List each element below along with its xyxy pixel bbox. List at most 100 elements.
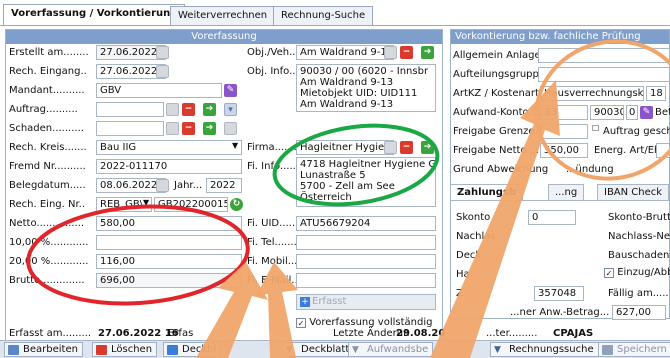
tab-rechnung-suche[interactable]: Rechnung-Suche bbox=[273, 6, 374, 26]
loeschen-button[interactable]: Löschen bbox=[92, 342, 158, 357]
document-icon[interactable] bbox=[224, 122, 237, 135]
plus-icon bbox=[167, 345, 178, 355]
tab-zahlungsbedingungen[interactable]: Zahlungsb bbox=[450, 184, 524, 200]
allgemein-field[interactable] bbox=[538, 48, 670, 63]
tab-vorerfassung[interactable]: Vorerfassung / Vorkontierung bbox=[3, 4, 186, 26]
fi-info-line: 4718 Hagleitner Hygiene G bbox=[300, 159, 436, 170]
netto-field[interactable]: 580,00 bbox=[96, 216, 242, 231]
vorkontierung-header: Vorkontierung bzw. fachliche Prüfung bbox=[451, 30, 669, 44]
check-icon[interactable]: ✓ bbox=[296, 318, 306, 328]
ust10-field[interactable] bbox=[96, 235, 242, 250]
delete-icon[interactable]: − bbox=[400, 46, 413, 59]
calendar-icon[interactable] bbox=[156, 46, 169, 59]
aenderung-value: 29.08.20 bbox=[396, 328, 446, 339]
check-icon[interactable]: ✓ bbox=[604, 268, 614, 278]
obj-veh-label: Obj./Veh... bbox=[247, 47, 299, 58]
fi-email-field[interactable] bbox=[296, 273, 436, 288]
tab-iban-check[interactable]: IBAN Check bbox=[597, 184, 670, 200]
rech-eingang-label: Rech. Eingang.. bbox=[9, 66, 87, 77]
fremd-nr-field[interactable]: 2022-011170 bbox=[96, 159, 242, 174]
erfasst-von-label: Erfas bbox=[168, 328, 194, 339]
erfasst-button-label: Erfasst bbox=[312, 296, 347, 307]
calendar-icon[interactable] bbox=[166, 103, 179, 116]
tab-weiterverrechnen[interactable]: Weiterverrechnen bbox=[170, 6, 276, 26]
chevron-down-icon: ▼ bbox=[494, 345, 501, 355]
obj-veh-field[interactable]: Am Waldrand 9-13 bbox=[296, 45, 394, 60]
aufteilung-field[interactable] bbox=[538, 67, 670, 82]
nachlass-label: Nachlas bbox=[456, 231, 496, 242]
deck-label: Deck bbox=[456, 250, 482, 261]
aufwand-label: Aufwand-Konto..... bbox=[453, 107, 545, 118]
edit-icon[interactable]: ✎ bbox=[224, 84, 237, 97]
brutto-label: Brutto.............. bbox=[9, 275, 85, 286]
delete-icon[interactable]: − bbox=[182, 103, 195, 116]
freigabe-netto-field[interactable]: 550,00 bbox=[540, 143, 588, 158]
grund-value: ...ündung bbox=[566, 164, 614, 175]
schaden-field[interactable] bbox=[96, 121, 164, 136]
artkz-label: ArtKZ / Kostenart.. bbox=[453, 88, 546, 99]
auftrag-label: Auftrag.......... bbox=[9, 104, 78, 115]
user-label: ...ter......... bbox=[486, 328, 538, 339]
go-icon[interactable]: ➔ bbox=[203, 103, 216, 116]
einzug-checkbox-row[interactable]: ✓ Einzug/Abb bbox=[604, 267, 670, 278]
anw-field[interactable]: 627,00 bbox=[612, 305, 666, 320]
chevron-down-icon[interactable]: ▼ bbox=[143, 198, 149, 207]
chevron-down-icon[interactable]: ▾ bbox=[224, 103, 237, 116]
bearbeiten-button[interactable]: Bearbeiten bbox=[4, 342, 83, 357]
calendar-icon[interactable] bbox=[166, 122, 179, 135]
obj-info-line: Am Waldrand 9-13 bbox=[300, 99, 394, 110]
auftrag-field[interactable] bbox=[96, 102, 164, 117]
obj-info-textarea[interactable]: 90030 / 00 (6020 - Innsbr Am Waldrand 9-… bbox=[296, 64, 436, 112]
schaden-label: Schaden.......... bbox=[9, 123, 84, 134]
mandant-field[interactable]: GBV bbox=[96, 83, 222, 98]
rech-eing-nr-field[interactable]: GB2022000154 bbox=[154, 197, 228, 212]
delete-icon[interactable]: − bbox=[182, 122, 195, 135]
rech-kreis-select[interactable]: Bau IIG bbox=[96, 140, 242, 155]
fi-uid-field[interactable]: ATU56679204 bbox=[296, 216, 436, 231]
rechnungssuche-button[interactable]: ▼ Rechnungssuche bbox=[490, 342, 599, 357]
vorerfassung-header: Vorerfassung bbox=[6, 30, 442, 44]
freigabe-grenze-field[interactable] bbox=[540, 124, 588, 139]
loeschen-label: Löschen bbox=[111, 344, 153, 355]
check-icon[interactable]: ☐ bbox=[592, 124, 599, 133]
erfasst-button[interactable]: + Erfasst bbox=[296, 294, 436, 310]
artkz-num-field[interactable]: 18 bbox=[646, 86, 666, 101]
go-icon[interactable]: ➔ bbox=[421, 141, 434, 154]
calendar-icon[interactable] bbox=[384, 141, 397, 154]
deckblatt-button-2[interactable]: ▼ Deckblatt bbox=[282, 342, 355, 357]
brutto-field[interactable]: 696,00 bbox=[96, 273, 242, 288]
go-icon[interactable]: ➔ bbox=[203, 122, 216, 135]
tab-middle[interactable]: ...ng bbox=[548, 184, 585, 200]
energ-field[interactable] bbox=[656, 143, 670, 158]
aufteilung-label: Aufteilungsgruppe bbox=[453, 69, 546, 80]
edit-icon[interactable]: ✎ bbox=[640, 106, 653, 119]
fi-mobil-field[interactable] bbox=[296, 254, 436, 269]
rech-eing-nr-label: Rech. Eing. Nr.. bbox=[9, 199, 86, 210]
subtab-divider bbox=[450, 200, 670, 201]
aufwand-field[interactable]: 33 bbox=[540, 105, 588, 120]
freigabe-grenze-label: Freigabe Grenze... bbox=[453, 126, 545, 137]
chevron-down-icon[interactable]: ▼ bbox=[232, 141, 238, 150]
aufwand-zero-field[interactable]: 0 bbox=[626, 105, 638, 120]
z-field[interactable]: 357048 bbox=[534, 286, 584, 301]
artkz-field[interactable]: Hausverrechnungsk bbox=[540, 86, 644, 101]
vollstaendig-checkbox-row[interactable]: ✓ Vorerfassung vollständig bbox=[296, 317, 432, 328]
deckblatt-button-1[interactable]: Deckbl bbox=[163, 342, 222, 357]
tab-divider bbox=[0, 25, 670, 26]
jahr-field[interactable]: 2022 bbox=[206, 178, 242, 193]
calendar-icon[interactable] bbox=[156, 65, 169, 78]
fi-info-textarea[interactable]: 4718 Hagleitner Hygiene G Lunastraße 5 5… bbox=[296, 157, 436, 207]
firma-field[interactable]: Hagleitner Hygiene bbox=[296, 140, 394, 155]
go-icon[interactable]: ➔ bbox=[421, 46, 434, 59]
speichern-button[interactable]: Speichern bbox=[598, 342, 670, 357]
ust20-field[interactable]: 116,00 bbox=[96, 254, 242, 269]
delete-icon[interactable]: − bbox=[400, 141, 413, 154]
calendar-icon[interactable] bbox=[384, 46, 397, 59]
skonto-field[interactable]: 0 bbox=[528, 210, 576, 225]
save-icon bbox=[602, 345, 613, 355]
aufwandsbeleg-button[interactable]: ▼ Aufwandsbe bbox=[348, 342, 434, 357]
refresh-icon[interactable]: ↻ bbox=[230, 198, 243, 211]
aufwand-num-field[interactable]: 90030 bbox=[590, 105, 624, 120]
fi-tel-field[interactable] bbox=[296, 235, 436, 250]
calendar-icon[interactable] bbox=[156, 179, 169, 192]
